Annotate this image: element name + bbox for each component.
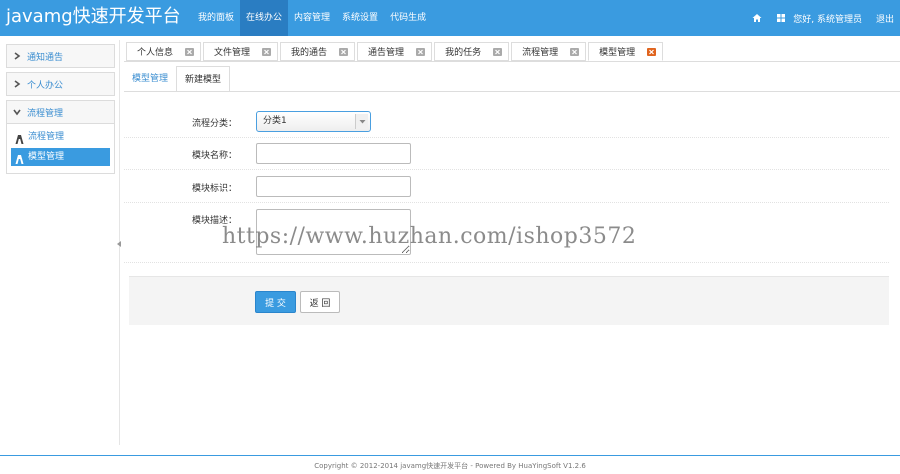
sidebar-group-label: 个人办公: [27, 80, 64, 91]
tab-files[interactable]: 文件管理: [203, 42, 279, 61]
sidebar-item-label: 模型管理: [28, 152, 65, 162]
tab-notice-admin[interactable]: 通告管理: [357, 42, 433, 61]
form-row-name: 模块名称：: [124, 143, 889, 170]
submit-button[interactable]: 提 交: [255, 291, 296, 313]
sidebar-item-label: 流程管理: [28, 132, 65, 142]
sidebar-group-label: 流程管理: [27, 108, 64, 119]
subtabs-divider: [124, 91, 900, 92]
chevron-down-icon: [13, 108, 21, 116]
form-row-key: 模块标识：: [124, 176, 889, 203]
subtab-model-list[interactable]: 模型管理: [124, 66, 176, 92]
sidebar-item-workflow[interactable]: 流程管理: [11, 128, 110, 146]
tab-label: 模型管理: [599, 48, 636, 58]
model-key-input[interactable]: [256, 176, 411, 197]
tab-model[interactable]: 模型管理: [588, 42, 664, 61]
sub-tabs: 模型管理 新建模型: [124, 66, 231, 92]
close-icon[interactable]: [570, 47, 580, 56]
home-icon[interactable]: [752, 13, 762, 23]
key-label: 模块标识：: [191, 184, 237, 194]
category-label: 流程分类：: [191, 119, 237, 129]
form-row-category: 流程分类： 分类1: [124, 111, 889, 138]
sidebar-submenu: 流程管理 模型管理: [6, 124, 115, 174]
category-select[interactable]: 分类1: [256, 111, 371, 132]
logout-link[interactable]: 退出: [876, 12, 894, 25]
nav-item-dashboard[interactable]: 我的面板: [192, 0, 240, 36]
close-icon[interactable]: [339, 47, 349, 56]
chevron-right-icon: [13, 52, 21, 60]
close-icon[interactable]: [185, 47, 195, 56]
tab-label: 流程管理: [522, 48, 559, 58]
sidebar-item-model[interactable]: 模型管理: [11, 148, 110, 166]
close-icon[interactable]: [647, 47, 657, 56]
tab-label: 通告管理: [368, 48, 405, 58]
footer-divider: [0, 455, 900, 456]
back-button[interactable]: 返 回: [300, 291, 340, 313]
watermark-text: https://www.huzhan.com/ishop3572: [222, 224, 637, 249]
tabs-divider: [124, 61, 900, 62]
close-icon[interactable]: [416, 47, 426, 56]
sidebar-group-workflow[interactable]: 流程管理: [6, 100, 115, 124]
tab-profile[interactable]: 个人信息: [126, 42, 202, 61]
nav-item-codegen[interactable]: 代码生成: [384, 0, 432, 36]
close-icon[interactable]: [262, 47, 272, 56]
model-name-input[interactable]: [256, 143, 411, 164]
tab-label: 我的任务: [445, 48, 482, 58]
close-icon[interactable]: [493, 47, 503, 56]
nav-item-content[interactable]: 内容管理: [288, 0, 336, 36]
sidebar-group-notices[interactable]: 通知通告: [6, 44, 115, 68]
name-label: 模块名称：: [191, 151, 237, 161]
tab-label: 个人信息: [137, 48, 174, 58]
header-right: 您好, 系统管理员 退出: [745, 0, 894, 36]
app-title[interactable]: javamg快速开发平台: [6, 6, 181, 28]
tab-my-tasks[interactable]: 我的任务: [434, 42, 510, 61]
subtab-new-model[interactable]: 新建模型: [176, 66, 231, 92]
category-selected-value: 分类1: [263, 116, 287, 126]
nav-item-settings[interactable]: 系统设置: [336, 0, 384, 36]
sidebar-group-label: 通知通告: [27, 52, 64, 63]
top-nav: 我的面板 在线办公 内容管理 系统设置 代码生成: [192, 0, 432, 36]
sidebar-group-personal[interactable]: 个人办公: [6, 72, 115, 96]
collapse-sidebar-icon[interactable]: [117, 240, 122, 247]
road-icon: [15, 133, 24, 144]
sidebar: 通知通告 个人办公 流程管理 流程管理 模型管理: [6, 44, 115, 174]
grid-icon[interactable]: [776, 13, 786, 23]
chevron-down-icon: [355, 114, 368, 129]
user-greeting[interactable]: 您好, 系统管理员: [793, 12, 862, 25]
tab-label: 我的通告: [291, 48, 328, 58]
nav-item-office[interactable]: 在线办公: [240, 0, 289, 36]
road-icon: [15, 153, 24, 164]
page-tabs: 个人信息 文件管理 我的通告 通告管理 我的任务 流程管理 模型管理: [126, 42, 665, 61]
tab-workflow[interactable]: 流程管理: [511, 42, 587, 61]
top-header: javamg快速开发平台 我的面板 在线办公 内容管理 系统设置 代码生成 您好…: [0, 0, 900, 36]
form-actions: 提 交 返 回: [129, 276, 889, 325]
footer-copyright: Copyright © 2012-2014 javamg快速开发平台 - Pow…: [314, 462, 586, 470]
tab-label: 文件管理: [214, 48, 251, 58]
tab-my-notices[interactable]: 我的通告: [280, 42, 356, 61]
chevron-right-icon: [13, 80, 21, 88]
